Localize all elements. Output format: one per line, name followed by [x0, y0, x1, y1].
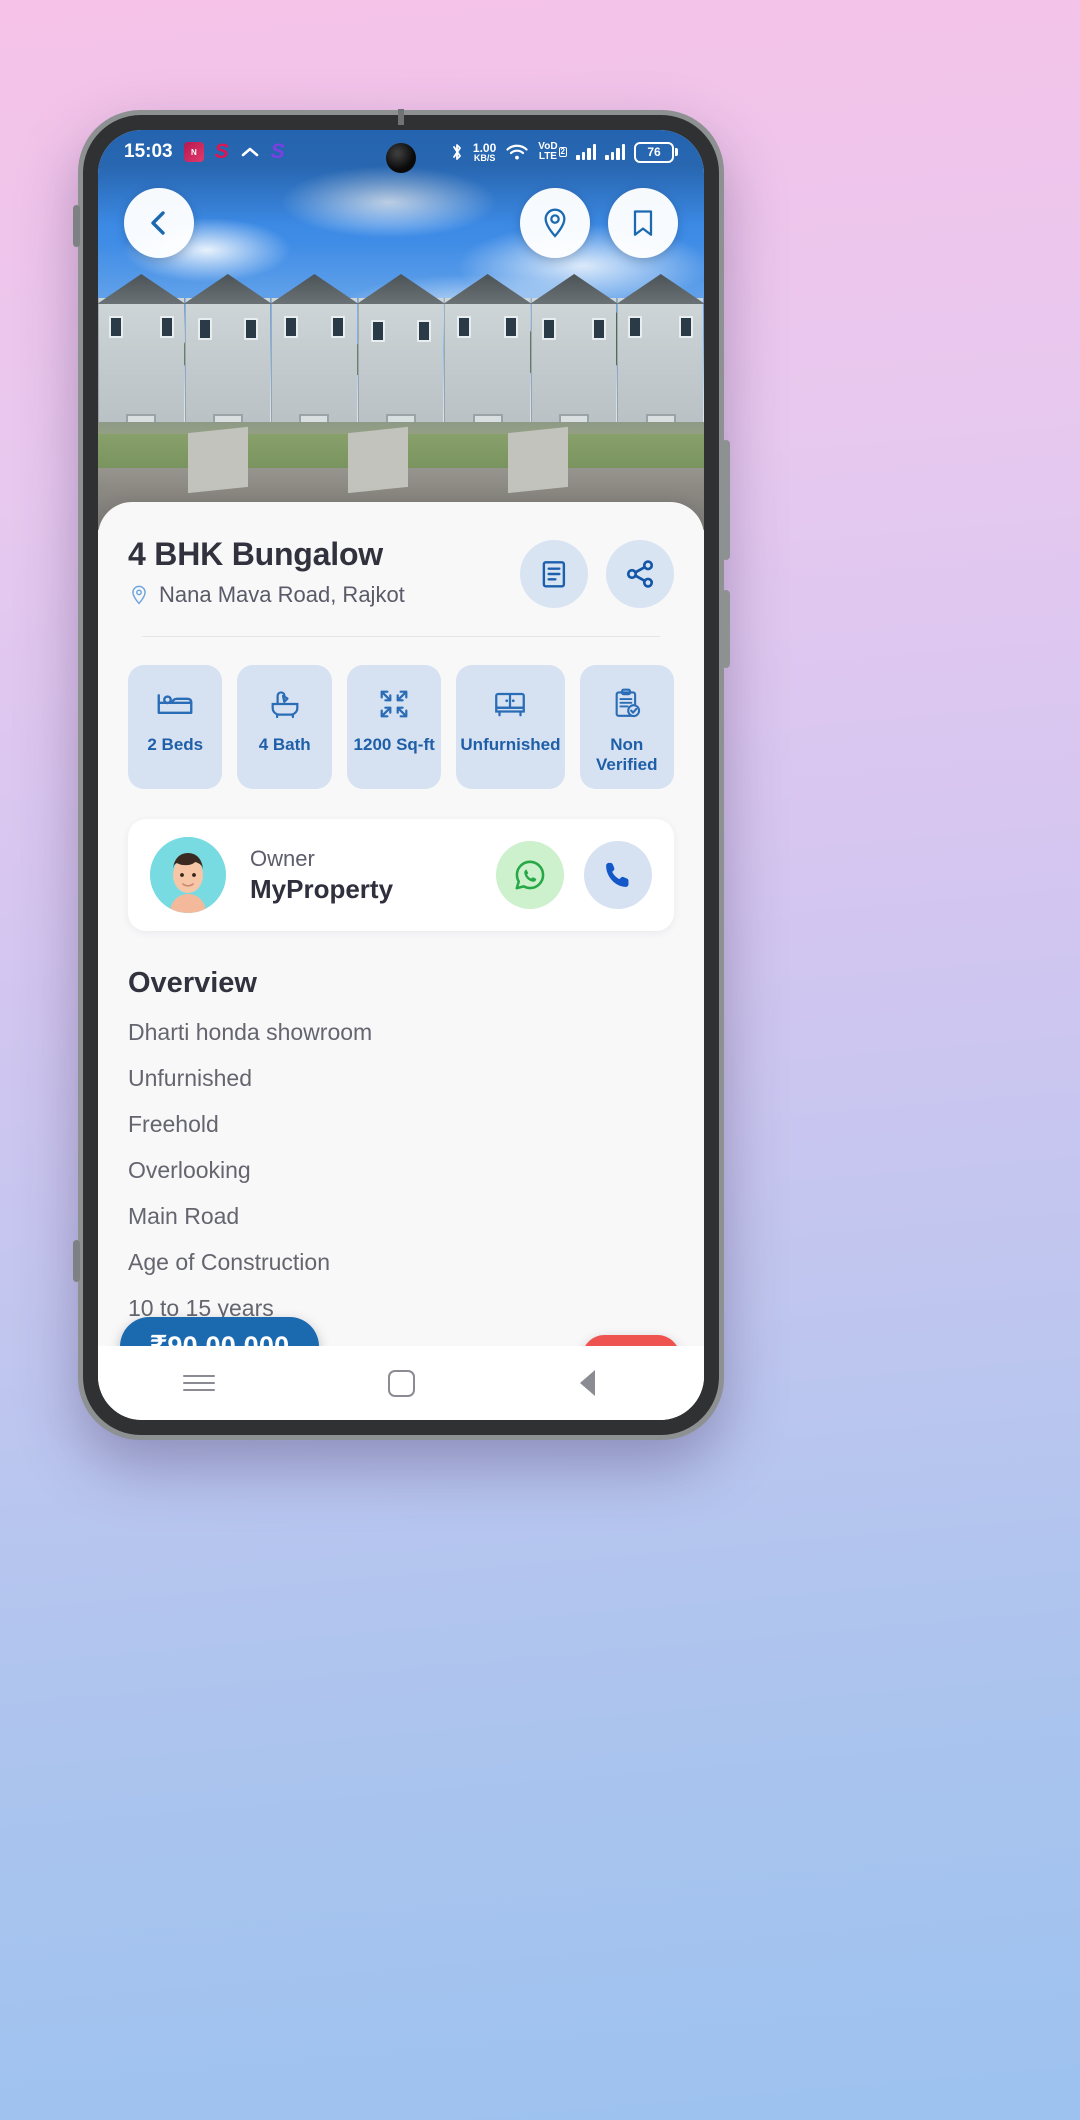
- furniture-icon: [495, 692, 526, 717]
- chip-beds-label: 2 Beds: [147, 735, 204, 754]
- clipboard-check-icon: [615, 688, 640, 718]
- battery-level-text: 76: [634, 141, 674, 163]
- overview-item: Main Road: [128, 1203, 240, 1229]
- overview-list: Dharti honda showroom Unfurnished Freeho…: [128, 1019, 674, 1322]
- overview-item: Overlooking: [128, 1157, 251, 1183]
- signal-bars-sim2: [605, 144, 625, 160]
- document-icon: [542, 561, 566, 588]
- chip-verification-label: Non Verified: [596, 735, 658, 774]
- header-divider: [142, 636, 660, 637]
- call-button[interactable]: [584, 841, 652, 909]
- overview-item: Freehold: [128, 1111, 219, 1137]
- volume-button[interactable]: [722, 590, 730, 668]
- left-accent-2: [73, 1240, 80, 1282]
- home-button[interactable]: [381, 1363, 421, 1403]
- owner-name: MyProperty: [250, 873, 394, 904]
- chevron-up-icon: [240, 145, 260, 159]
- whatsapp-icon: [515, 860, 545, 890]
- back-triangle-icon: [579, 1368, 612, 1398]
- chip-beds[interactable]: 2 Beds: [128, 665, 223, 789]
- owner-role: Owner: [250, 845, 315, 871]
- app-badge-icon: N: [183, 142, 204, 162]
- overview-item: Dharti honda showroom: [128, 1019, 373, 1045]
- share-button[interactable]: [606, 540, 674, 608]
- chip-furnishing-label: Unfurnished: [460, 735, 561, 754]
- front-camera-punchhole: [386, 143, 416, 173]
- owner-card: Owner MyProperty: [128, 819, 674, 931]
- bookmark-icon: [633, 210, 653, 236]
- wifi-icon: [505, 143, 529, 161]
- page-title: 4 BHK Bungalow: [128, 536, 383, 572]
- overview-item: Unfurnished: [128, 1065, 253, 1091]
- whatsapp-button[interactable]: [496, 841, 564, 909]
- overview-heading: Overview: [128, 967, 257, 999]
- property-details-sheet: 4 BHK Bungalow Nana Mava Road, Rajkot 2 …: [98, 502, 704, 1420]
- hero-toolbar: [124, 188, 678, 258]
- share-icon: [626, 560, 654, 588]
- network-speed-indicator: 1.00 KB/S: [472, 140, 497, 163]
- chip-area-label: 1200 Sq-ft: [353, 735, 435, 754]
- overview-item: Age of Construction: [128, 1249, 331, 1275]
- chip-bath[interactable]: 4 Bath: [237, 665, 332, 789]
- system-navigation-bar: [98, 1346, 704, 1420]
- phone-screen: 15:03 N S S 1.00 KB/S VoD LTE 2 76 4 BHK…: [98, 130, 704, 1420]
- property-location-text: Nana Mava Road, Rajkot: [159, 582, 405, 607]
- shareit-icon: S: [214, 140, 229, 163]
- property-location: Nana Mava Road, Rajkot: [128, 582, 520, 608]
- feature-chips: 2 Beds 4 Bath 1200 Sq-ft Unfurnished Non…: [128, 665, 674, 789]
- chip-bath-label: 4 Bath: [258, 735, 311, 754]
- phone-icon: [606, 862, 629, 887]
- bed-icon: [157, 694, 193, 714]
- bookmark-button[interactable]: [608, 188, 678, 258]
- status-bar-clock: 15:03: [124, 141, 173, 162]
- chip-area[interactable]: 1200 Sq-ft: [346, 665, 442, 789]
- signal-bars-sim1: [576, 144, 596, 160]
- chip-verification[interactable]: Non Verified: [579, 665, 674, 789]
- documents-button[interactable]: [520, 540, 588, 608]
- phone-device-frame: 15:03 N S S 1.00 KB/S VoD LTE 2 76 4 BHK…: [73, 109, 730, 1440]
- left-accent-1: [73, 205, 80, 247]
- volte-icon: VoD LTE 2: [538, 140, 567, 162]
- chip-furnishing[interactable]: Unfurnished: [456, 665, 565, 789]
- bluetooth-icon: [450, 142, 464, 162]
- recents-button[interactable]: [179, 1363, 219, 1403]
- battery-indicator: 76: [634, 141, 678, 163]
- power-button[interactable]: [722, 440, 730, 560]
- back-button[interactable]: [124, 188, 194, 258]
- home-square-icon: [387, 1369, 415, 1397]
- shein-icon: S: [270, 140, 285, 163]
- map-pin-icon: [132, 585, 146, 605]
- chevron-left-icon: [151, 211, 165, 235]
- avatar: [150, 837, 226, 913]
- bathtub-icon: [271, 691, 299, 719]
- property-header: 4 BHK Bungalow Nana Mava Road, Rajkot: [128, 536, 674, 608]
- antenna-line: [398, 109, 404, 125]
- area-icon: [380, 690, 408, 718]
- map-location-button[interactable]: [520, 188, 590, 258]
- map-pin-icon: [544, 208, 566, 238]
- back-nav-button[interactable]: [579, 1363, 623, 1403]
